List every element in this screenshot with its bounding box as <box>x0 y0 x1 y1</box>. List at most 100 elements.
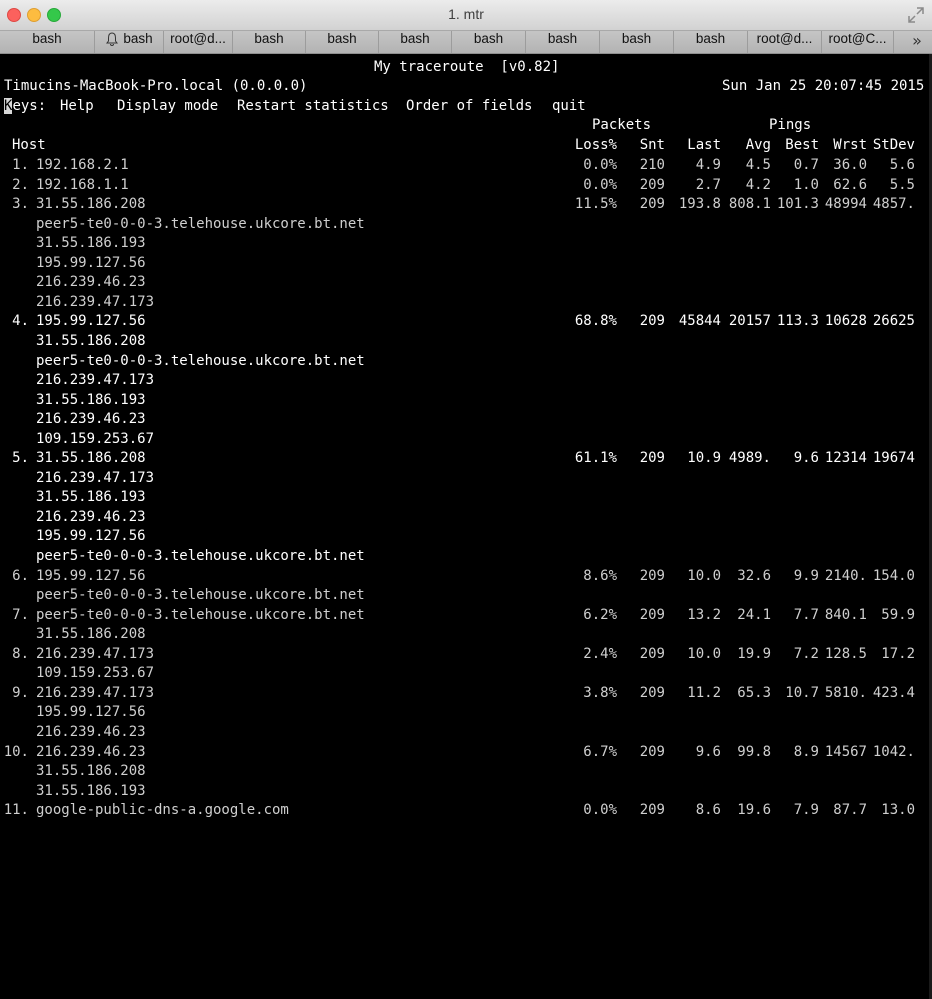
hop-host: 31.55.186.208 <box>36 450 146 467</box>
tab[interactable]: root@d... <box>164 31 233 53</box>
tab[interactable]: bash <box>306 31 379 53</box>
key-display-mode[interactable]: Display mode <box>117 97 218 116</box>
hop-stat-loss-pct: 6.7% <box>583 743 617 760</box>
hop-alt-host: peer5-te0-0-0-3.telehouse.ukcore.bt.net <box>36 548 365 564</box>
hop-stat-snt: 209 <box>639 450 665 467</box>
tab[interactable]: root@d... <box>748 31 822 53</box>
hop-stat-avg: 65.3 <box>737 684 771 701</box>
hop-stat-best: 9.9 <box>793 567 819 584</box>
hop-stat-avg: 32.6 <box>737 567 771 584</box>
hop-stat-snt: 210 <box>639 157 665 173</box>
bell-icon <box>106 32 119 47</box>
hop-stat-stdev: 26625 <box>872 313 915 330</box>
mtr-datetime: Sun Jan 25 20:07:45 2015 <box>722 78 925 94</box>
key-order-of-fields[interactable]: Order of fields <box>406 97 532 116</box>
hop-stat-last: 13.2 <box>687 606 721 623</box>
column-header: Wrst <box>833 137 867 153</box>
hop-stat-snt: 209 <box>639 684 665 701</box>
hop-stat-best: 7.7 <box>793 606 819 623</box>
hop-stat-best: 0.7 <box>793 157 819 173</box>
key-help[interactable]: Help <box>60 97 94 116</box>
hop-stat-loss-pct: 0.0% <box>583 157 617 173</box>
hop-stat-loss-pct: 0.0% <box>583 802 617 819</box>
hop-host: peer5-te0-0-0-3.telehouse.ukcore.bt.net <box>36 606 365 623</box>
terminal-window: 1. mtr » bash bash root@d... bash bash bash ba… <box>0 0 932 999</box>
hop-stat-stdev: 4857. <box>872 196 915 213</box>
hop-stat-wrst: 12314 <box>824 450 867 467</box>
hop-host: 216.239.47.173 <box>36 645 155 662</box>
tab[interactable]: bash <box>674 31 748 53</box>
tab[interactable]: bash <box>600 31 674 53</box>
hop-stat-last: 2.7 <box>695 176 721 193</box>
hop-number: 7. <box>12 606 29 623</box>
mtr-hostname: Timucins-MacBook-Pro.local (0.0.0.0) <box>4 78 308 94</box>
hop-number: 10. <box>3 743 29 760</box>
tab[interactable]: root@C... <box>822 31 894 53</box>
tab[interactable]: bash <box>379 31 452 53</box>
tab-label: root@d... <box>170 31 226 46</box>
hop-stat-wrst: 840.1 <box>824 606 867 623</box>
hop-stat-loss-pct: 2.4% <box>583 645 617 662</box>
hop-alt-host: peer5-te0-0-0-3.telehouse.ukcore.bt.net <box>36 587 365 604</box>
tab[interactable]: bash <box>526 31 600 53</box>
group-pings-header: Pings <box>769 117 812 133</box>
hop-number: 3. <box>12 196 29 213</box>
tab[interactable]: bash <box>452 31 526 53</box>
tab-label: root@d... <box>756 31 813 46</box>
tab-label: bash <box>32 31 62 46</box>
hop-stat-stdev: 5.5 <box>889 176 915 193</box>
hop-stat-loss-pct: 61.1% <box>574 450 617 467</box>
hop-stat-stdev: 423.4 <box>872 684 915 701</box>
hop-stat-last: 10.9 <box>687 450 721 467</box>
tab-label: bash <box>473 31 504 46</box>
group-packets-header: Packets <box>592 117 652 133</box>
hop-stat-last: 10.0 <box>687 567 721 584</box>
hop-stat-wrst: 2140. <box>824 567 867 584</box>
hop-stat-stdev: 154.0 <box>872 567 915 584</box>
terminal-content[interactable]: My traceroute [v0.82] Timucins-MacBook-P… <box>0 54 932 999</box>
key-quit[interactable]: quit <box>552 97 586 116</box>
tab-overflow-button[interactable]: » <box>902 31 932 53</box>
tab-label: bash <box>695 31 726 46</box>
mtr-title: My traceroute [v0.82] <box>374 59 560 75</box>
hop-host: google-public-dns-a.google.com <box>36 802 289 819</box>
hop-alt-host: 31.55.186.208 <box>36 626 146 643</box>
hop-alt-host: peer5-te0-0-0-3.telehouse.ukcore.bt.net <box>36 352 365 369</box>
hop-stat-avg: 99.8 <box>737 743 771 760</box>
hop-stat-best: 8.9 <box>793 743 819 760</box>
hop-host: 216.239.47.173 <box>36 684 155 701</box>
hop-stat-wrst: 48994 <box>824 196 867 213</box>
hop-host: 31.55.186.208 <box>36 196 146 213</box>
hop-alt-host: 109.159.253.67 <box>36 430 155 447</box>
host-column-header: Host <box>12 137 46 153</box>
hop-stat-avg: 4.5 <box>745 157 771 173</box>
hop-alt-host: 216.239.46.23 <box>36 723 146 740</box>
hop-stat-snt: 209 <box>639 802 665 819</box>
hop-stat-wrst: 36.0 <box>833 157 867 173</box>
hop-stat-last: 45844 <box>678 313 721 330</box>
hop-stat-snt: 209 <box>639 196 665 213</box>
hop-stat-last: 8.6 <box>695 802 721 819</box>
tab[interactable]: bash <box>95 31 164 53</box>
hop-number: 4. <box>12 313 29 330</box>
hop-stat-last: 4.9 <box>695 157 721 173</box>
fullscreen-icon[interactable] <box>908 7 924 23</box>
hop-stat-loss-pct: 6.2% <box>583 606 617 623</box>
hop-alt-host: 216.239.47.173 <box>36 293 155 310</box>
column-header: Loss% <box>574 137 617 153</box>
hop-alt-host: 31.55.186.193 <box>36 489 146 506</box>
hop-stat-avg: 4989. <box>728 450 771 467</box>
tab[interactable]: bash <box>233 31 306 53</box>
hop-host: 195.99.127.56 <box>36 567 146 584</box>
window-title: 1. mtr <box>448 6 484 22</box>
key-restart-statistics[interactable]: Restart statistics <box>237 97 389 116</box>
title-bar[interactable]: 1. mtr <box>0 0 932 31</box>
hop-stat-wrst: 87.7 <box>833 802 867 819</box>
column-header: Best <box>785 137 819 153</box>
hop-alt-host: 216.239.47.173 <box>36 469 155 486</box>
hop-alt-host: 216.239.46.23 <box>36 508 146 525</box>
tab[interactable]: bash <box>0 31 95 53</box>
hop-stat-stdev: 5.6 <box>889 157 915 173</box>
hop-alt-host: 216.239.46.23 <box>36 411 146 428</box>
hop-stat-wrst: 5810. <box>824 684 867 701</box>
